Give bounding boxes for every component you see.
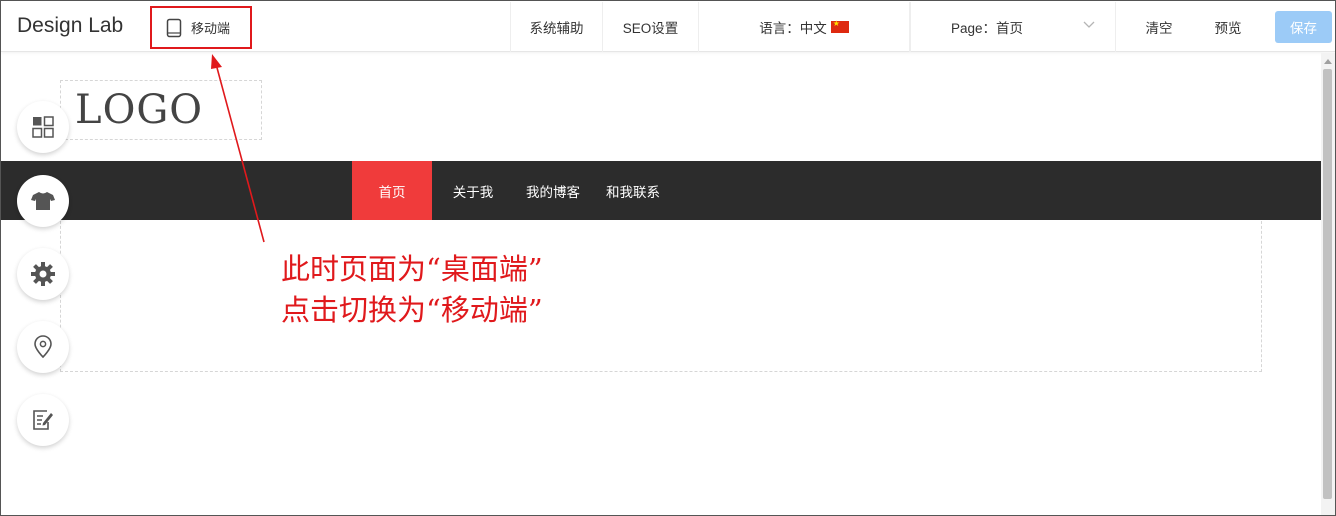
theme-shirt-icon — [31, 192, 55, 210]
seo-settings-button[interactable]: SEO设置 — [602, 2, 698, 52]
vertical-scrollbar[interactable] — [1321, 53, 1335, 515]
system-assist-label: 系统辅助 — [529, 21, 584, 36]
settings-tool-button[interactable] — [17, 248, 69, 300]
edit-tool-button[interactable] — [17, 394, 69, 446]
clear-button[interactable]: 清空 — [1116, 2, 1202, 52]
page-selector-label: Page：首页 — [951, 21, 1024, 36]
nav-item-label: 我的博客 — [526, 184, 580, 200]
nav-item-contact[interactable]: 和我联系 — [597, 161, 669, 220]
chevron-down-icon — [1083, 21, 1095, 28]
annotation-line-1: 此时页面为“桌面端” — [281, 252, 543, 286]
site-navbar[interactable]: 首页 关于我 我的博客 和我联系 — [1, 161, 1321, 220]
location-pin-icon — [34, 335, 52, 359]
logo-text: LOGO — [75, 87, 204, 133]
annotation-text: 此时页面为“桌面端” 点击切换为“移动端” — [281, 249, 543, 331]
preview-button[interactable]: 预览 — [1191, 2, 1265, 52]
nav-item-home[interactable]: 首页 — [352, 161, 432, 220]
nav-item-label: 首页 — [378, 184, 406, 200]
nav-item-label: 关于我 — [452, 184, 494, 200]
tablet-icon — [166, 18, 182, 37]
clear-label: 清空 — [1145, 21, 1173, 36]
save-button[interactable]: 保存 — [1275, 11, 1332, 43]
content-block[interactable] — [60, 221, 1262, 372]
language-label: 语言：中文 — [759, 21, 827, 36]
preview-label: 预览 — [1214, 21, 1242, 36]
top-toolbar: Design Lab 移动端 系统辅助 SEO设置 语言：中文 Page：首页 … — [1, 1, 1335, 52]
nav-item-about[interactable]: 关于我 — [439, 161, 507, 220]
nav-item-blog[interactable]: 我的博客 — [517, 161, 589, 220]
edit-note-icon — [33, 410, 53, 430]
scrollbar-thumb[interactable] — [1323, 69, 1332, 499]
location-tool-button[interactable] — [17, 321, 69, 373]
annotation-line-2: 点击切换为“移动端” — [281, 293, 543, 327]
logo-block[interactable]: LOGO — [60, 80, 262, 140]
system-assist-button[interactable]: 系统辅助 — [510, 2, 602, 52]
widgets-icon — [32, 116, 54, 138]
device-toggle-button[interactable]: 移动端 — [150, 6, 252, 49]
theme-tool-button[interactable] — [17, 175, 69, 227]
page-selector[interactable]: Page：首页 — [910, 2, 1116, 52]
app-title: Design Lab — [17, 14, 124, 37]
china-flag-icon — [830, 19, 849, 33]
language-selector[interactable]: 语言：中文 — [698, 2, 910, 52]
settings-gear-icon — [31, 262, 55, 286]
nav-item-label: 和我联系 — [606, 184, 660, 200]
seo-settings-label: SEO设置 — [622, 21, 679, 36]
device-toggle-label: 移动端 — [191, 21, 231, 36]
widgets-tool-button[interactable] — [17, 101, 69, 153]
scroll-up-arrow-icon[interactable] — [1324, 59, 1332, 64]
